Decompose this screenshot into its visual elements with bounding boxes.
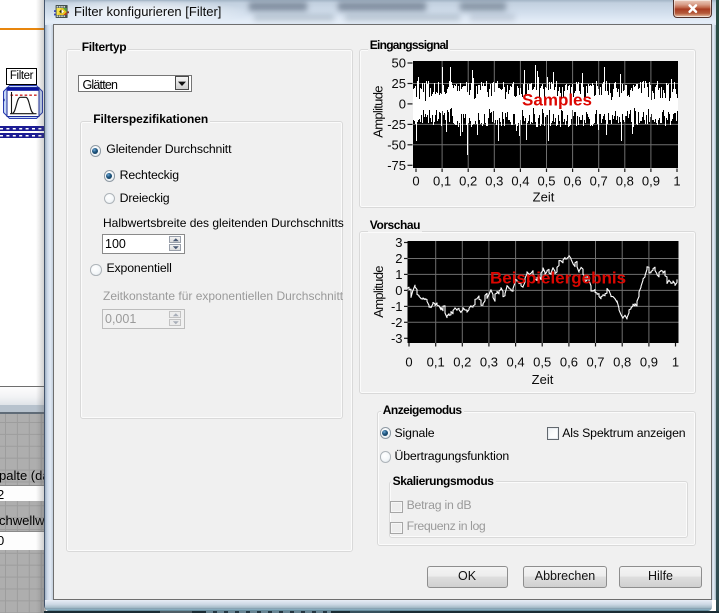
svg-text:-75: -75 [387,158,406,173]
svg-text:0: 0 [405,355,412,370]
svg-text:Zeit: Zeit [532,372,554,387]
svg-text:0,4: 0,4 [507,355,525,370]
svg-text:0: 0 [399,97,406,112]
svg-text:0,1: 0,1 [427,355,445,370]
svg-text:0,8: 0,8 [613,355,631,370]
svg-text:-2: -2 [391,315,403,330]
svg-text:0,2: 0,2 [453,355,471,370]
svg-text:0,6: 0,6 [560,355,578,370]
svg-text:0,3: 0,3 [485,174,503,189]
svg-text:0: 0 [412,174,419,189]
svg-text:0,7: 0,7 [586,355,604,370]
svg-text:50: 50 [392,56,406,71]
svg-text:2: 2 [395,251,402,266]
svg-text:1: 1 [673,174,680,189]
svg-text:0,5: 0,5 [533,355,551,370]
svg-text:0,9: 0,9 [642,174,660,189]
svg-text:Beispielergebnis: Beispielergebnis [490,269,626,288]
svg-text:0,6: 0,6 [564,174,582,189]
svg-text:0,2: 0,2 [459,174,477,189]
svg-text:Amplitude: Amplitude [371,86,386,138]
svg-text:25: 25 [392,76,406,91]
svg-text:-1: -1 [391,299,403,314]
svg-text:0,8: 0,8 [616,174,634,189]
svg-text:1: 1 [672,355,679,370]
svg-text:1: 1 [395,267,402,282]
svg-text:0,7: 0,7 [590,174,608,189]
svg-text:0: 0 [395,283,402,298]
svg-text:Amplitude: Amplitude [371,266,386,318]
svg-text:0,5: 0,5 [537,174,555,189]
svg-text:Samples: Samples [522,91,592,110]
svg-text:0,9: 0,9 [640,355,658,370]
svg-text:-3: -3 [391,331,403,346]
svg-text:3: 3 [395,235,402,250]
svg-text:-50: -50 [387,138,406,153]
svg-text:0,1: 0,1 [433,174,451,189]
svg-text:-25: -25 [387,117,406,132]
svg-text:Zeit: Zeit [533,190,555,205]
svg-text:0,4: 0,4 [511,174,529,189]
svg-text:0,3: 0,3 [480,355,498,370]
